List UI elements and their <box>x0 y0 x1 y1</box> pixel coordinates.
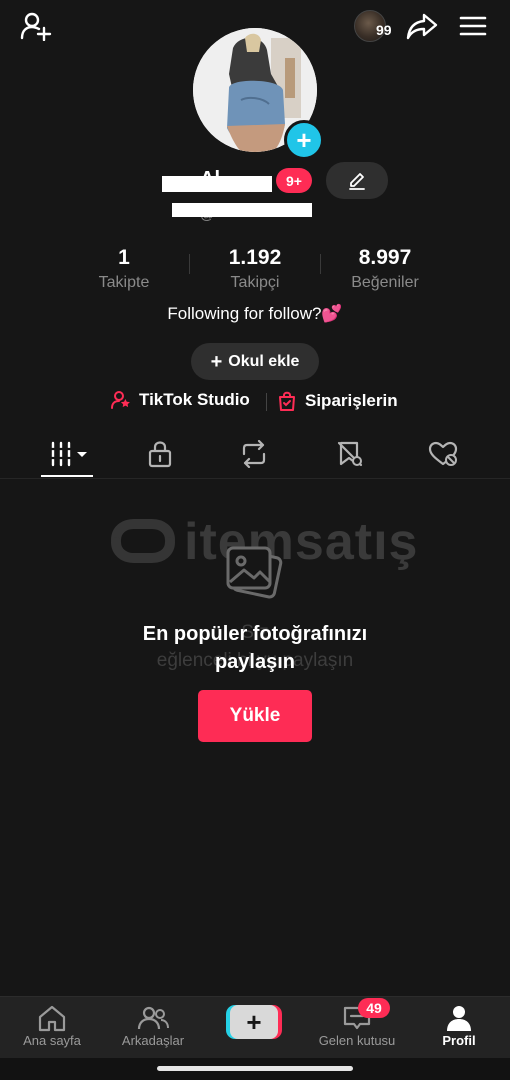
stat-following[interactable]: 1 Takipte <box>64 246 184 292</box>
menu-icon[interactable] <box>456 10 490 42</box>
nav-home[interactable]: Ana sayfa <box>2 1003 102 1048</box>
stat-followers[interactable]: 1.192 Takipçi <box>195 246 315 292</box>
bookmark-icon <box>337 441 363 467</box>
stat-following-label: Takipte <box>98 274 150 291</box>
add-avatar-plus-icon[interactable]: + <box>284 120 324 160</box>
plus-icon: + <box>210 350 223 373</box>
nav-profile[interactable]: Profil <box>409 1003 509 1048</box>
stat-likes-label: Beğeniler <box>351 274 419 291</box>
home-indicator[interactable] <box>157 1066 353 1071</box>
stat-likes[interactable]: 8.997 Beğeniler <box>325 246 445 292</box>
add-friend-icon[interactable] <box>18 10 54 42</box>
edit-profile-button[interactable] <box>326 162 388 199</box>
add-school-button[interactable]: + Okul ekle <box>191 343 319 380</box>
tiktok-studio-label: TikTok Studio <box>139 390 250 409</box>
shopping-bag-icon <box>279 391 295 411</box>
tiktok-studio-link[interactable]: TikTok Studio <box>111 390 250 410</box>
stat-divider <box>189 254 190 274</box>
add-school-label: Okul ekle <box>228 352 300 370</box>
repost-icon <box>242 440 266 468</box>
profile-bio: Following for follow?💕 <box>167 304 343 323</box>
tabs-divider <box>0 478 510 479</box>
profile-icon <box>447 1006 471 1031</box>
grid-videos-icon <box>51 441 87 467</box>
stat-followers-label: Takipçi <box>230 274 280 291</box>
stat-divider <box>320 254 321 274</box>
empty-state-title-line1: En popüler fotoğrafınızı <box>142 623 368 645</box>
tab-liked[interactable] <box>413 432 473 476</box>
nav-friends-label: Arkadaşlar <box>121 1033 185 1048</box>
lock-icon <box>148 441 172 468</box>
home-icon <box>38 1005 66 1032</box>
watermark-text: itemsatış <box>184 513 419 571</box>
name-redaction <box>162 176 272 192</box>
stat-likes-value: 8.997 <box>358 246 412 269</box>
plus-icon: + <box>230 1005 278 1039</box>
share-icon[interactable] <box>404 10 440 42</box>
stat-following-value: 1 <box>118 246 130 269</box>
orders-label: Siparişlerin <box>305 391 398 410</box>
nav-inbox-label: Gelen kutusu <box>318 1033 396 1048</box>
upload-button[interactable]: Yükle <box>198 690 312 742</box>
empty-state-title: En popüler fotoğrafınızı paylaşın <box>0 620 510 676</box>
pencil-icon <box>349 172 365 190</box>
nav-profile-label: Profil <box>442 1033 476 1048</box>
link-separator <box>266 393 267 411</box>
empty-state-title-line2: paylaşın <box>214 651 296 673</box>
notification-badge[interactable]: 9+ <box>276 168 312 193</box>
bottom-navigation: Ana sayfa Arkadaşlar + Gelen kutusu Prof… <box>0 996 510 1059</box>
nav-friends[interactable]: Arkadaşlar <box>103 1003 203 1048</box>
nav-home-label: Ana sayfa <box>23 1033 81 1048</box>
watermark-logo-icon <box>106 516 180 569</box>
create-post-button[interactable]: + <box>226 1005 282 1039</box>
stat-followers-value: 1.192 <box>228 246 282 269</box>
tab-videos[interactable] <box>40 432 100 476</box>
nav-inbox[interactable]: Gelen kutusu <box>307 1003 407 1048</box>
handle-redaction <box>172 203 312 217</box>
inbox-badge: 49 <box>358 998 390 1018</box>
orders-link[interactable]: Siparişlerin <box>277 390 398 412</box>
photo-gallery-icon <box>224 544 284 609</box>
tab-favorites[interactable] <box>320 432 380 476</box>
tab-reposts[interactable] <box>224 432 284 476</box>
story-count-badge: 99 <box>376 22 392 38</box>
friends-icon <box>137 1006 169 1030</box>
active-tab-indicator <box>41 475 93 477</box>
liked-heart-icon <box>428 441 458 466</box>
studio-person-icon <box>111 391 130 409</box>
tab-private[interactable] <box>130 432 190 476</box>
